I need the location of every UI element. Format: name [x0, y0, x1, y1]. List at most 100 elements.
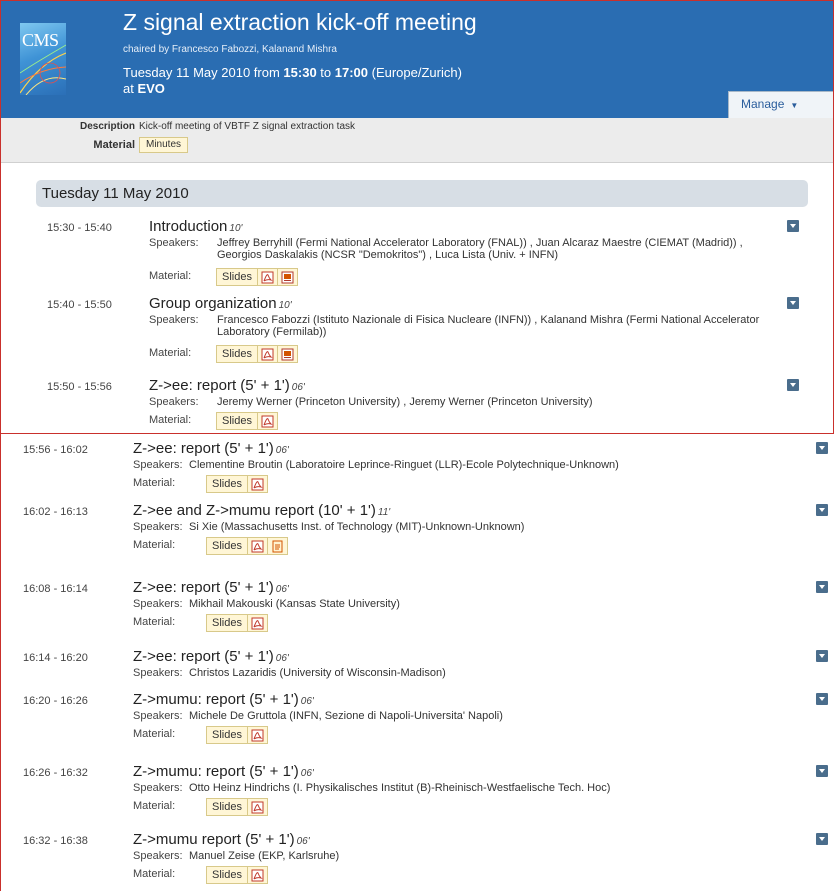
- entry-time: 15:50 - 15:56: [47, 381, 112, 393]
- entry-title[interactable]: Group organization 10': [149, 295, 292, 312]
- entry-title-text: Group organization: [149, 295, 277, 312]
- material-label: Material:: [133, 477, 176, 489]
- entry-time: 16:26 - 16:32: [23, 767, 88, 779]
- pdf-icon[interactable]: [256, 269, 277, 285]
- entry-menu-button[interactable]: [816, 765, 828, 777]
- entry-menu-button[interactable]: [816, 650, 828, 662]
- entry-duration: 06': [291, 382, 305, 393]
- speakers-label: Speakers:: [149, 237, 199, 249]
- speakers-text: Clementine Broutin (Laboratoire Leprince…: [189, 459, 619, 471]
- event-header: CMS Z signal extraction kick-off meeting…: [0, 0, 834, 119]
- pdf-icon[interactable]: [256, 413, 277, 429]
- meeting-datetime: Tuesday 11 May 2010 from 15:30 to 17:00 …: [123, 65, 462, 80]
- pdf-icon[interactable]: [256, 346, 277, 362]
- entry-title-text: Z->ee and Z->mumu report (10' + 1'): [133, 502, 376, 519]
- entry-title-text: Introduction: [149, 218, 228, 235]
- slides-link[interactable]: Slides: [207, 799, 247, 815]
- material-label: Material:: [133, 800, 176, 812]
- ppt-icon[interactable]: [276, 269, 297, 285]
- material-box: Slides: [206, 475, 268, 493]
- material-box: Slides: [206, 866, 268, 884]
- slides-link[interactable]: Slides: [217, 269, 257, 285]
- slides-link[interactable]: Slides: [207, 615, 247, 631]
- entry-time: 15:40 - 15:50: [47, 299, 112, 311]
- pdf-icon[interactable]: [246, 727, 267, 743]
- entry-title-text: Z->mumu: report (5' + 1'): [133, 763, 299, 780]
- entry-duration: 06': [296, 836, 310, 847]
- entry-menu-button[interactable]: [787, 220, 799, 232]
- end-time: 17:00: [334, 65, 368, 80]
- entry-title[interactable]: Z->ee: report (5' + 1') 06': [133, 440, 289, 457]
- minutes-link[interactable]: Minutes: [139, 137, 189, 153]
- day-header: Tuesday 11 May 2010: [36, 180, 808, 207]
- speakers-label: Speakers:: [149, 396, 199, 408]
- material-box: Slides: [216, 412, 278, 430]
- entry-time: 16:08 - 16:14: [23, 583, 88, 595]
- slides-link[interactable]: Slides: [207, 867, 247, 883]
- entry-title[interactable]: Z->mumu report (5' + 1') 06': [133, 831, 310, 848]
- ppt-icon[interactable]: [276, 346, 297, 362]
- entry-menu-button[interactable]: [787, 297, 799, 309]
- slides-link[interactable]: Slides: [207, 476, 247, 492]
- entry-time: 15:56 - 16:02: [23, 444, 88, 456]
- meeting-title: Z signal extraction kick-off meeting: [123, 9, 477, 35]
- timezone: (Europe/Zurich): [368, 65, 462, 80]
- entry-menu-button[interactable]: [816, 581, 828, 593]
- material-box: Slides: [216, 345, 298, 363]
- slides-link[interactable]: Slides: [207, 538, 247, 554]
- entry-menu-button[interactable]: [816, 693, 828, 705]
- entry-duration: 10': [229, 223, 243, 234]
- entry-title[interactable]: Z->ee: report (5' + 1') 06': [133, 579, 289, 596]
- manage-button[interactable]: Manage ▼: [728, 91, 834, 119]
- entry-title-text: Z->ee: report (5' + 1'): [133, 648, 274, 665]
- speakers-label: Speakers:: [133, 598, 183, 610]
- speakers-label: Speakers:: [133, 521, 183, 533]
- odp-icon[interactable]: [266, 538, 287, 554]
- material-box: Slides: [206, 537, 288, 555]
- entry-time: 16:20 - 16:26: [23, 695, 88, 707]
- datetime-to: to: [316, 65, 335, 80]
- entry-menu-button[interactable]: [816, 833, 828, 845]
- entry-title[interactable]: Z->mumu: report (5' + 1') 06': [133, 763, 314, 780]
- entry-title-text: Z->mumu: report (5' + 1'): [133, 691, 299, 708]
- entry-duration: 10': [278, 300, 292, 311]
- material-label: Material:: [149, 414, 192, 426]
- material-label: Material:: [133, 728, 176, 740]
- manage-label: Manage: [741, 97, 785, 111]
- entry-menu-button[interactable]: [787, 379, 799, 391]
- entry-title-text: Z->ee: report (5' + 1'): [149, 377, 290, 394]
- speakers-text: Michele De Gruttola (INFN, Sezione di Na…: [189, 710, 503, 722]
- slides-link[interactable]: Slides: [217, 413, 257, 429]
- slides-link[interactable]: Slides: [207, 727, 247, 743]
- meeting-location: at EVO: [123, 81, 165, 96]
- entry-duration: 06': [300, 696, 314, 707]
- entry-duration: 06': [300, 768, 314, 779]
- material-box: Slides: [216, 268, 298, 286]
- description-text: Kick-off meeting of VBTF Z signal extrac…: [139, 121, 356, 132]
- slides-link[interactable]: Slides: [217, 346, 257, 362]
- speakers-label: Speakers:: [133, 850, 183, 862]
- entry-time: 16:32 - 16:38: [23, 835, 88, 847]
- pdf-icon[interactable]: [246, 476, 267, 492]
- material-box: Slides: [206, 614, 268, 632]
- material-box: Slides: [206, 726, 268, 744]
- entry-title[interactable]: Z->ee: report (5' + 1') 06': [133, 648, 289, 665]
- pdf-icon[interactable]: [246, 615, 267, 631]
- entry-time: 15:30 - 15:40: [47, 222, 112, 234]
- entry-title[interactable]: Z->ee: report (5' + 1') 06': [149, 377, 305, 394]
- pdf-icon[interactable]: [246, 538, 267, 554]
- entry-title-text: Z->ee: report (5' + 1'): [133, 579, 274, 596]
- pdf-icon[interactable]: [246, 799, 267, 815]
- entry-title[interactable]: Z->mumu: report (5' + 1') 06': [133, 691, 314, 708]
- entry-menu-button[interactable]: [816, 442, 828, 454]
- entry-time: 16:02 - 16:13: [23, 506, 88, 518]
- material-label: Material:: [133, 539, 176, 551]
- entry-title[interactable]: Z->ee and Z->mumu report (10' + 1') 11': [133, 502, 390, 519]
- speakers-text: Francesco Fabozzi (Istituto Nazionale di…: [217, 314, 760, 338]
- pdf-icon[interactable]: [246, 867, 267, 883]
- entry-title-text: Z->mumu report (5' + 1'): [133, 831, 295, 848]
- speakers-label: Speakers:: [133, 667, 183, 679]
- speakers-text: Jeffrey Berryhill (Fermi National Accele…: [217, 237, 743, 261]
- entry-menu-button[interactable]: [816, 504, 828, 516]
- entry-title[interactable]: Introduction 10': [149, 218, 242, 235]
